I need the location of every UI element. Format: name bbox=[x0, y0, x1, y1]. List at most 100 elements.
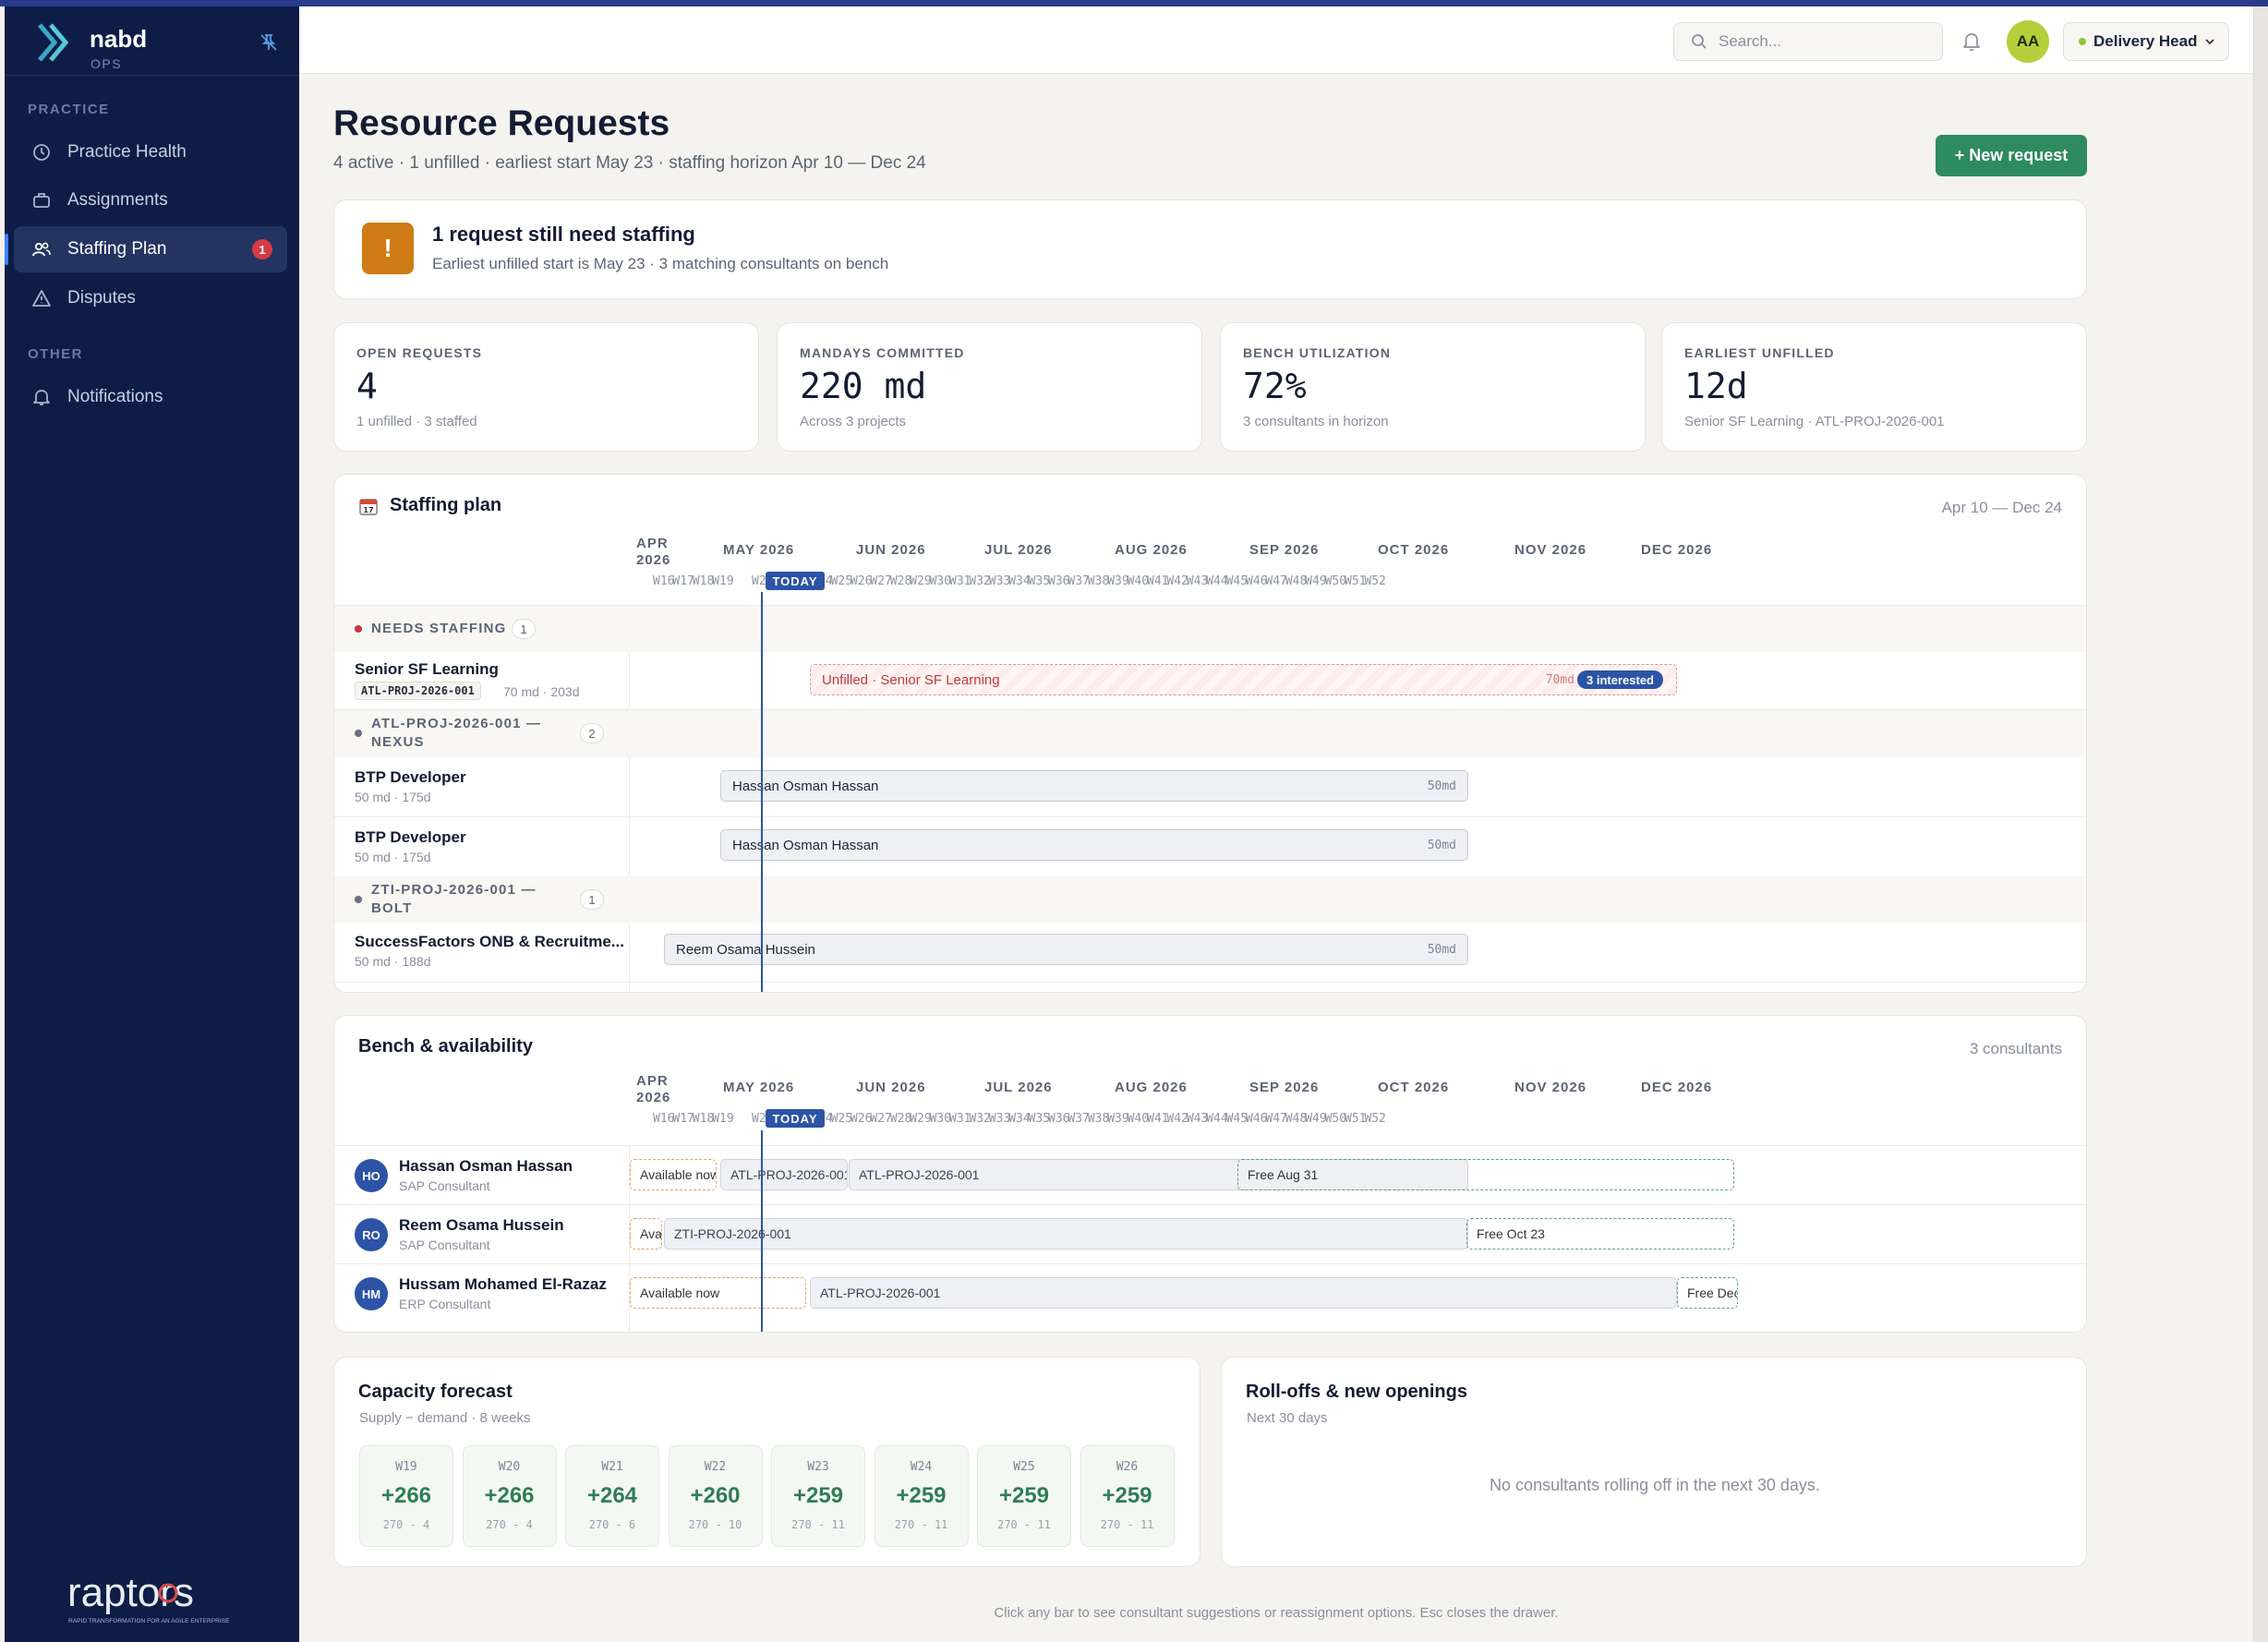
rolloffs-subtitle: Next 30 days bbox=[1247, 1410, 1328, 1426]
week-label: W26 bbox=[850, 574, 873, 588]
assignment-bar[interactable]: Hassan Osman Hassan 50md bbox=[720, 829, 1468, 861]
week-label: W40 bbox=[1127, 1112, 1150, 1126]
staffing-range: Apr 10 — Dec 24 bbox=[1941, 499, 2062, 516]
forecast-week-cell[interactable]: W20 +266 270 - 4 bbox=[462, 1445, 557, 1547]
avatar: HM bbox=[355, 1277, 388, 1310]
request-row[interactable]: Senior SF Learning ATL-PROJ-2026-001 70 … bbox=[334, 652, 2086, 709]
role-name: BTP Developer bbox=[355, 768, 466, 786]
week-label: W32 bbox=[969, 1112, 991, 1126]
interested-badge[interactable]: 3 interested bbox=[1577, 670, 1663, 689]
today-marker: TODAY bbox=[766, 1109, 825, 1128]
group-label: ZTI-PROJ-2026-001 — BOLT bbox=[371, 882, 537, 916]
sidebar-item-staffing-plan[interactable]: Staffing Plan 1 bbox=[5, 226, 287, 272]
bell-icon[interactable] bbox=[1961, 30, 1982, 53]
bar-mandays: 70md bbox=[1545, 672, 1574, 687]
week-label: W35 bbox=[1028, 574, 1051, 588]
free-bar[interactable]: Free Aug 31 bbox=[1237, 1159, 1734, 1190]
forecast-week-cell[interactable]: W22 +260 270 - 10 bbox=[668, 1445, 763, 1547]
divider bbox=[334, 982, 2086, 983]
consultant-row[interactable]: RO Reem Osama Hussein SAP Consultant Ava… bbox=[334, 1205, 2086, 1263]
today-line bbox=[761, 592, 763, 992]
assignment-bar[interactable]: ATL-PROJ-2026-001 bbox=[720, 1159, 848, 1190]
sidebar-item-label: Notifications bbox=[67, 387, 163, 406]
raptors-wordmark: raptors bbox=[67, 1570, 194, 1615]
forecast-week: W22 bbox=[704, 1460, 727, 1474]
today-marker: TODAY bbox=[766, 572, 825, 590]
bench-count: 3 consultants bbox=[1969, 1040, 2062, 1057]
search-box[interactable] bbox=[1673, 22, 1943, 61]
forecast-week-cell[interactable]: W26 +259 270 - 11 bbox=[1080, 1445, 1175, 1547]
bar-mandays: 50md bbox=[1427, 838, 1456, 852]
raptors-logo: raptors RAPID TRANSFORMATION FOR AN AGIL… bbox=[67, 1570, 230, 1624]
avatar: HO bbox=[355, 1159, 388, 1192]
new-request-button[interactable]: + New request bbox=[1936, 135, 2087, 176]
month-label: OCT 2026 bbox=[1378, 542, 1450, 558]
week-label: W52 bbox=[1364, 574, 1386, 588]
stat-card-mandays: MANDAYS COMMITTED 220 md Across 3 projec… bbox=[777, 322, 1202, 452]
top-header: AA Delivery Head bbox=[299, 6, 2261, 74]
consultant-row[interactable]: HO Hassan Osman Hassan SAP Consultant Av… bbox=[334, 1146, 2086, 1204]
forecast-week-cell[interactable]: W24 +259 270 - 11 bbox=[874, 1445, 969, 1547]
stat-note: Senior SF Learning · ATL-PROJ-2026-001 bbox=[1684, 414, 1945, 429]
forecast-week-cell[interactable]: W19 +266 270 - 4 bbox=[359, 1445, 453, 1547]
forecast-value: +260 bbox=[690, 1483, 741, 1508]
week-label: W35 bbox=[1028, 1112, 1051, 1126]
user-avatar[interactable]: AA bbox=[2007, 20, 2049, 63]
role-meta: 50 md · 175d bbox=[355, 790, 431, 804]
page-subtitle: 4 active · 1 unfilled · earliest start M… bbox=[333, 153, 926, 173]
group-row-nexus: ATL-PROJ-2026-001 — NEXUS 2 bbox=[334, 710, 2086, 757]
week-label: W25 bbox=[830, 574, 853, 588]
request-row[interactable]: BTP Developer 50 md · 175d Hassan Osman … bbox=[334, 817, 2086, 876]
availability-bar[interactable]: Available now bbox=[630, 1159, 717, 1190]
week-label: W40 bbox=[1127, 574, 1150, 588]
assignment-bar[interactable]: ZTI-PROJ-2026-001 bbox=[664, 1218, 1468, 1250]
unpin-icon[interactable] bbox=[259, 32, 279, 53]
brand[interactable]: nabd OPS bbox=[32, 19, 147, 71]
stat-value: 12d bbox=[1684, 366, 1748, 406]
sidebar-item-disputes[interactable]: Disputes bbox=[14, 275, 287, 321]
week-label: W27 bbox=[870, 1112, 892, 1126]
sidebar-item-assignments[interactable]: Assignments bbox=[14, 177, 287, 223]
request-row[interactable]: SuccessFactors ONB & Recruitme... 50 md … bbox=[334, 923, 2086, 982]
role-switcher[interactable]: Delivery Head bbox=[2063, 22, 2229, 61]
page-title: Resource Requests bbox=[333, 103, 670, 143]
week-label: W44 bbox=[1206, 574, 1228, 588]
search-input[interactable] bbox=[1719, 32, 1922, 51]
request-row[interactable]: BTP Developer 50 md · 175d Hassan Osman … bbox=[334, 757, 2086, 816]
section-label-other: OTHER bbox=[28, 346, 83, 362]
staffing-plan-panel: 17 Staffing plan Apr 10 — Dec 24 APR 202… bbox=[333, 474, 2087, 993]
scrollbar-track[interactable] bbox=[2253, 6, 2268, 1642]
search-icon bbox=[1692, 34, 1707, 49]
free-bar[interactable]: Free Oct 23 bbox=[1466, 1218, 1734, 1250]
forecast-week-cell[interactable]: W23 +259 270 - 11 bbox=[771, 1445, 865, 1547]
forecast-week: W24 bbox=[910, 1460, 933, 1474]
stat-card-earliest-unfilled: EARLIEST UNFILLED 12d Senior SF Learning… bbox=[1661, 322, 2087, 452]
month-label: APR 2026 bbox=[636, 1073, 671, 1105]
availability-bar[interactable]: Available now bbox=[630, 1277, 806, 1309]
week-label: W47 bbox=[1265, 1112, 1287, 1126]
brand-subtitle: OPS bbox=[90, 56, 123, 71]
assignment-bar[interactable]: Reem Osama Hussein 50md bbox=[664, 934, 1468, 965]
role-name: BTP Developer bbox=[355, 828, 466, 846]
assignment-bar[interactable]: ATL-PROJ-2026-001 bbox=[810, 1277, 1677, 1309]
month-label: NOV 2026 bbox=[1514, 542, 1587, 558]
forecast-value: +259 bbox=[1102, 1483, 1152, 1508]
forecast-week-cell[interactable]: W21 +264 270 - 6 bbox=[565, 1445, 659, 1547]
availability-bar[interactable]: Available now bbox=[630, 1218, 662, 1250]
rolloffs-panel: Roll-offs & new openings Next 30 days No… bbox=[1221, 1357, 2087, 1567]
unfilled-bar[interactable]: Unfilled · Senior SF Learning 70md 3 int… bbox=[810, 664, 1677, 695]
forecast-week: W20 bbox=[498, 1460, 521, 1474]
week-label: W34 bbox=[1008, 1112, 1031, 1126]
consultant-row[interactable]: HM Hussam Mohamed El-Razaz ERP Consultan… bbox=[334, 1264, 2086, 1322]
free-bar[interactable]: Free Dec 24 bbox=[1677, 1277, 1738, 1309]
week-label: W48 bbox=[1285, 574, 1308, 588]
sidebar-item-label: Assignments bbox=[67, 190, 168, 210]
bench-title: Bench & availability bbox=[358, 1036, 533, 1056]
staffing-alert[interactable]: ! 1 request still need staffing Earliest… bbox=[333, 199, 2087, 299]
briefcase-icon bbox=[33, 193, 50, 208]
assignment-bar[interactable]: Hassan Osman Hassan 50md bbox=[720, 770, 1468, 802]
week-label: W17 bbox=[672, 574, 694, 588]
sidebar-item-notifications[interactable]: Notifications bbox=[14, 374, 287, 420]
forecast-week-cell[interactable]: W25 +259 270 - 11 bbox=[977, 1445, 1071, 1547]
sidebar-item-practice-health[interactable]: Practice Health bbox=[14, 129, 287, 175]
